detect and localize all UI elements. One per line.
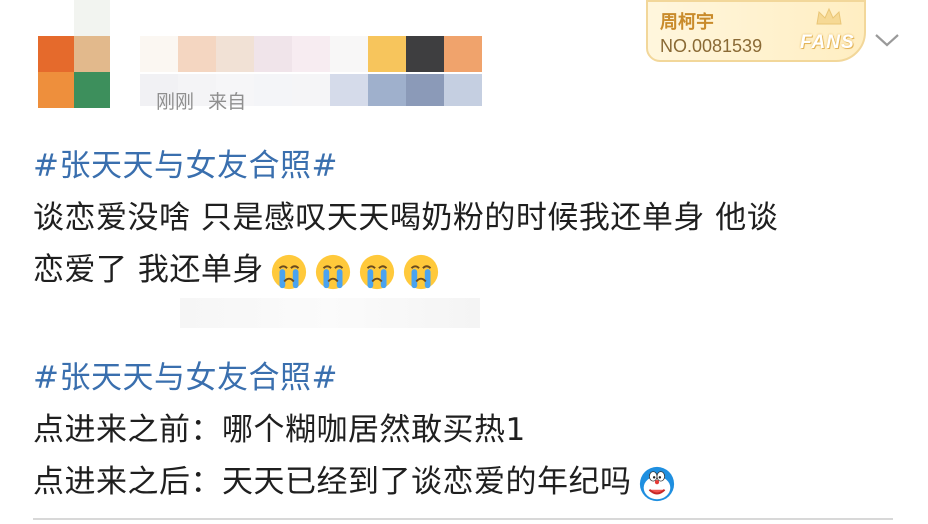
post-meta: 刚刚 来自	[156, 87, 246, 114]
badge-name: 周柯宇	[660, 12, 714, 33]
post-text-line-2: 恋爱了 我还单身	[33, 250, 440, 291]
post-text-line-1: 谈恋爱没啥 只是感叹天天喝奶粉的时候我还单身 他谈	[33, 200, 779, 236]
divider	[33, 518, 893, 520]
badge-number: NO.0081539	[660, 36, 763, 56]
faint-blurred-area	[180, 298, 480, 328]
post-source[interactable]: 来自	[208, 91, 246, 113]
emoji-row	[270, 253, 440, 291]
post-text-line-4-text: 点进来之后：天天已经到了谈恋爱的年纪吗	[33, 464, 632, 500]
crying-face-icon	[315, 254, 350, 289]
crown-icon	[816, 7, 842, 25]
post-time: 刚刚	[156, 91, 195, 113]
topic-link-1[interactable]: #张天天与女友合照#	[33, 146, 338, 186]
crying-face-icon	[403, 254, 438, 289]
username-blurred[interactable]	[140, 36, 482, 72]
doraemon-face-icon	[639, 466, 674, 501]
post-text-line-4: 点进来之后：天天已经到了谈恋爱的年纪吗	[33, 462, 676, 503]
topic-link-2[interactable]: #张天天与女友合照#	[33, 358, 338, 398]
post-text-line-3: 点进来之前：哪个糊咖居然敢买热1	[33, 412, 526, 448]
fan-badge[interactable]: 周柯宇 NO.0081539 FANS	[646, 0, 866, 62]
crying-face-icon	[271, 254, 306, 289]
avatar[interactable]	[38, 0, 110, 108]
crying-face-icon	[359, 254, 394, 289]
post-text-line-2-text: 恋爱了 我还单身	[33, 252, 264, 288]
chevron-down-icon[interactable]	[872, 30, 902, 50]
badge-fans-label: FANS	[800, 32, 855, 53]
emoji-row-2	[638, 465, 676, 503]
